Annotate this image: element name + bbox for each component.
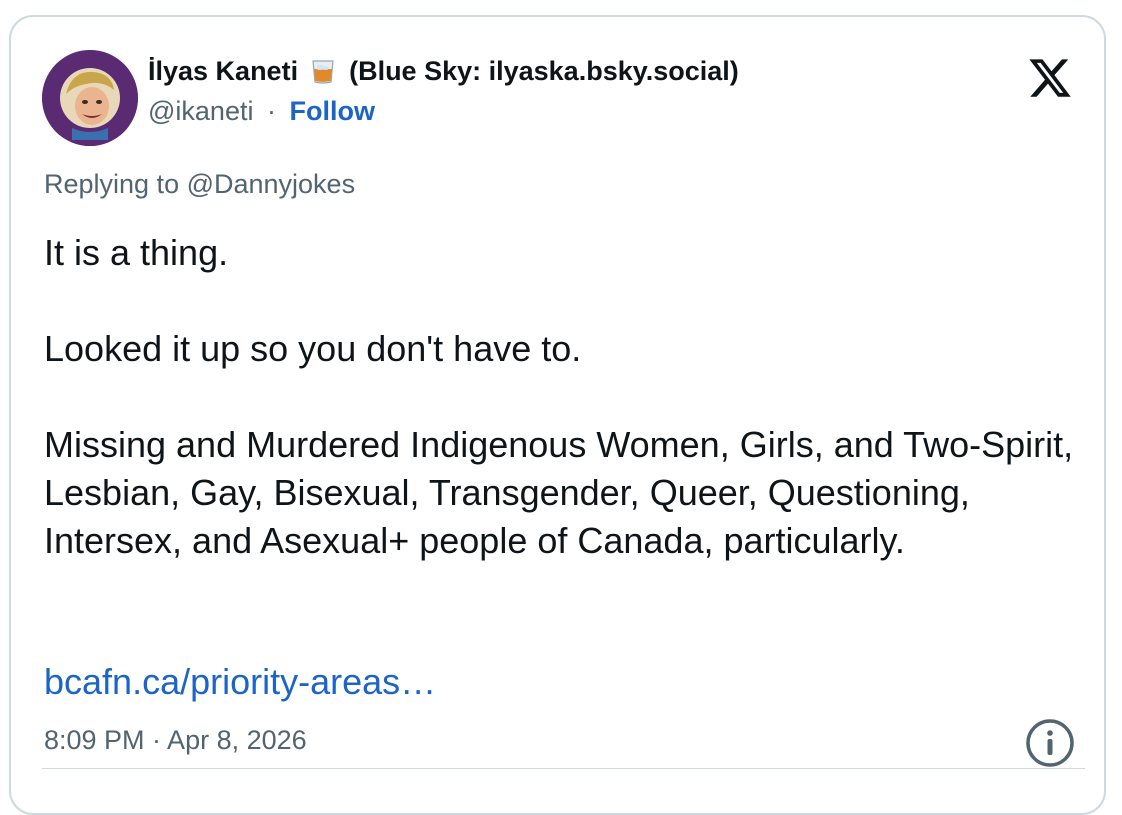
avatar[interactable]: [42, 50, 138, 146]
tweet-header: İlyas Kaneti (Blue Sky: ilyaska.bsky.soc…: [148, 54, 739, 128]
x-logo-icon[interactable]: [1027, 55, 1073, 101]
follow-button[interactable]: Follow: [290, 96, 375, 126]
tweet-paragraph: It is a thing.: [44, 232, 229, 273]
tweet-paragraph: Missing and Murdered Indigenous Women, G…: [44, 424, 1074, 561]
avatar-image: [42, 50, 138, 146]
tweet-link[interactable]: bcafn.ca/priority-areas…: [44, 658, 436, 706]
display-name-row: İlyas Kaneti (Blue Sky: ilyaska.bsky.soc…: [148, 54, 739, 88]
tweet-body: It is a thing. Looked it up so you don't…: [44, 229, 1084, 565]
info-icon[interactable]: [1024, 717, 1076, 769]
display-name[interactable]: İlyas Kaneti: [148, 54, 298, 88]
tweet-card: İlyas Kaneti (Blue Sky: ilyaska.bsky.soc…: [9, 15, 1106, 815]
replying-to[interactable]: Replying to @Dannyjokes: [44, 167, 355, 201]
handle-separator: ·: [266, 96, 276, 126]
handle[interactable]: @ikaneti: [148, 96, 253, 126]
tweet-paragraph: Looked it up so you don't have to.: [44, 328, 582, 369]
display-name-suffix: (Blue Sky: ilyaska.bsky.social): [349, 56, 739, 86]
divider: [42, 768, 1085, 769]
handle-row: @ikaneti · Follow: [148, 94, 739, 128]
whisky-glass-icon: [309, 57, 337, 85]
timestamp[interactable]: 8:09 PM · Apr 8, 2026: [44, 723, 307, 757]
